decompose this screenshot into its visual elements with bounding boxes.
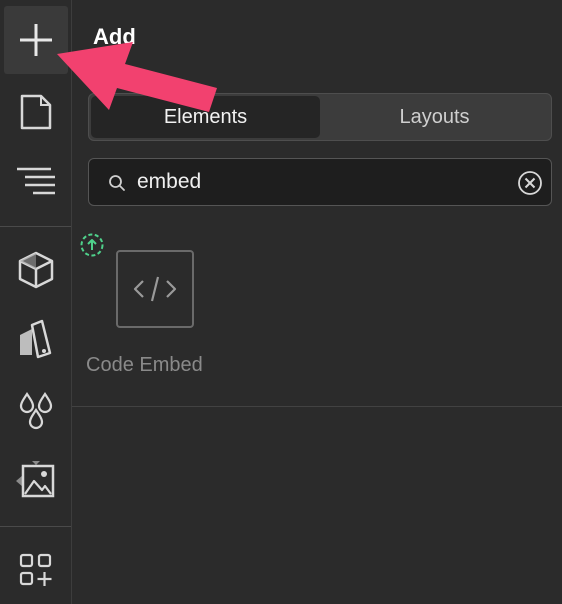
add-panel: Add Elements Layouts Code Embed [72, 0, 562, 604]
add-panel-button[interactable] [4, 6, 68, 74]
code-icon [133, 276, 177, 302]
tab-switcher: Elements Layouts [88, 93, 552, 141]
clear-search-icon[interactable] [517, 170, 543, 196]
code-embed-element[interactable]: Code Embed [86, 248, 226, 388]
assets-button[interactable] [4, 446, 68, 514]
search-box [88, 158, 552, 206]
components-button[interactable] [4, 236, 68, 304]
paint-bucket-icon [20, 319, 52, 359]
rail-divider [0, 226, 71, 227]
element-tile [116, 250, 194, 328]
navigator-icon [17, 167, 55, 195]
pages-button[interactable] [4, 78, 68, 146]
panel-title: Add [93, 24, 136, 49]
rail-divider [0, 526, 71, 527]
variables-button[interactable] [4, 376, 68, 444]
element-label: Code Embed [86, 354, 203, 376]
tab-layouts[interactable]: Layouts [320, 96, 549, 138]
results-divider [72, 406, 562, 407]
apps-button[interactable] [4, 536, 68, 604]
apps-icon [19, 553, 52, 586]
search-input[interactable] [137, 167, 497, 197]
search-icon [109, 175, 125, 191]
cube-icon [18, 251, 54, 289]
droplets-icon [19, 392, 53, 430]
plus-icon [20, 24, 52, 56]
navigator-button[interactable] [4, 146, 68, 214]
style-manager-button[interactable] [4, 306, 68, 374]
page-icon [20, 94, 52, 130]
tab-elements[interactable]: Elements [91, 96, 320, 138]
left-toolbar [0, 0, 72, 604]
image-icon [16, 461, 55, 498]
